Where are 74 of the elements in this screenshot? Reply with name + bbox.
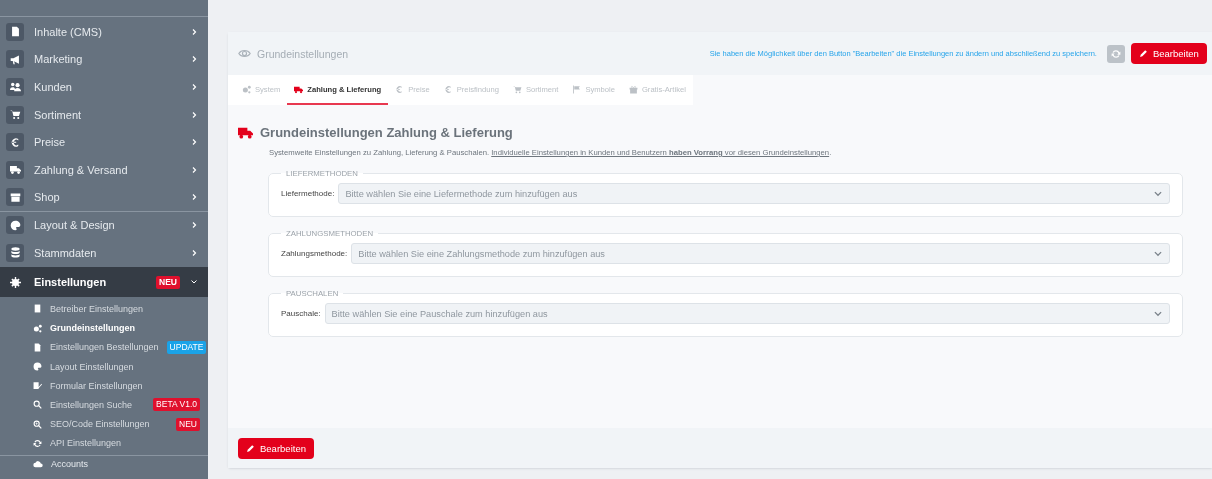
gears-icon: [33, 323, 42, 333]
select-field[interactable]: Bitte wählen Sie eine Zahlungsmethode zum hinzufügen aus: [351, 243, 1170, 264]
chevron-right-icon: [190, 83, 198, 91]
cloud-icon: [33, 459, 43, 470]
sync-icon: [33, 438, 42, 448]
database-icon: [9, 247, 21, 259]
megaphone-icon: [9, 53, 21, 65]
sidebar-item[interactable]: Kunden: [0, 73, 208, 101]
field-label: Zahlungsmethode:: [281, 249, 348, 258]
refresh-button[interactable]: [1106, 44, 1125, 63]
flag-icon: [572, 84, 582, 94]
sidebar-item[interactable]: Shop: [0, 183, 208, 212]
panel-title: Grundeinstellungen: [257, 47, 349, 60]
new-badge: NEU: [156, 275, 180, 289]
gift-icon: [628, 84, 638, 94]
submenu-item[interactable]: Layout Einstellungen: [0, 356, 208, 377]
cart-icon: [9, 109, 21, 121]
select-field[interactable]: Bitte wählen Sie eine Liefermethode zum hinzufügen aus: [338, 183, 1170, 204]
submenu-item[interactable]: SEO/Code Einstellungen NEU: [0, 414, 208, 434]
document-icon: [33, 342, 42, 352]
chevron-right-icon: [190, 138, 198, 147]
status-badge: UPDATE: [166, 340, 207, 354]
chevron-right-icon: [190, 221, 198, 230]
status-badge: NEU: [176, 417, 200, 431]
euro-icon: [395, 84, 405, 94]
submenu-item[interactable]: API Einstellungen: [0, 433, 208, 453]
chevron-right-icon: [190, 165, 198, 174]
chevron-right-icon: [190, 27, 198, 36]
zoom-icon: [33, 419, 42, 429]
sidebar-item[interactable]: Marketing: [0, 45, 208, 74]
submenu-item[interactable]: Formular Einstellungen: [0, 376, 208, 396]
chevron-right-icon: [190, 110, 198, 119]
truck-icon: [294, 84, 304, 94]
gears-icon: [242, 84, 251, 94]
truck-icon: [238, 125, 253, 140]
edit-button[interactable]: Bearbeiten: [1130, 43, 1207, 64]
chevron-right-icon: [190, 55, 198, 64]
palette-icon: [9, 219, 21, 231]
submenu-item[interactable]: Einstellungen Suche BETA V1.0: [0, 395, 208, 415]
submenu-item[interactable]: Betreiber Einstellungen: [0, 299, 208, 319]
sidebar-item[interactable]: Layout & Design: [0, 211, 208, 239]
submenu-item[interactable]: Grundeinstellungen: [0, 318, 208, 338]
form-icon: [33, 381, 42, 391]
pencil-icon: [246, 443, 255, 453]
search-icon: [33, 400, 42, 410]
sidebar-item[interactable]: Preise: [0, 128, 208, 156]
sync-icon: [1110, 48, 1121, 59]
building-icon: [33, 304, 42, 314]
store-icon: [9, 191, 21, 203]
chevron-right-icon: [190, 193, 198, 202]
gear-icon: [9, 276, 21, 288]
submenu-item[interactable]: Einstellungen Bestellungen UPDATE: [0, 337, 208, 357]
sidebar-item[interactable]: Accounts: [0, 454, 208, 473]
sidebar-item[interactable]: Einstellungen NEU: [0, 267, 208, 298]
field-label: Pauschale:: [281, 309, 321, 318]
cart-icon: [512, 84, 522, 94]
euro-icon: [443, 84, 453, 94]
select-field[interactable]: Bitte wählen Sie eine Pauschale zum hinzufügen aus: [324, 303, 1170, 324]
status-badge: BETA V1.0: [153, 398, 200, 412]
sidebar-item[interactable]: Sortiment: [0, 100, 208, 129]
sidebar-item[interactable]: Inhalte (CMS): [0, 18, 208, 46]
palette-icon: [33, 362, 42, 371]
euro-icon: [9, 136, 21, 148]
document-icon: [9, 26, 21, 38]
field-label: Liefermethode:: [281, 189, 335, 198]
truck-icon: [9, 164, 21, 176]
section-title: Grundeinstellungen Zahlung & Lieferung: [260, 125, 513, 140]
users-icon: [9, 81, 21, 93]
pencil-icon: [1138, 49, 1148, 58]
edit-button[interactable]: Bearbeiten: [238, 437, 314, 459]
sidebar-item[interactable]: Stammdaten: [0, 238, 208, 267]
eye-icon: [238, 47, 251, 60]
chevron-right-icon: [190, 248, 198, 257]
sidebar-item[interactable]: Zahlung & Versand: [0, 155, 208, 184]
